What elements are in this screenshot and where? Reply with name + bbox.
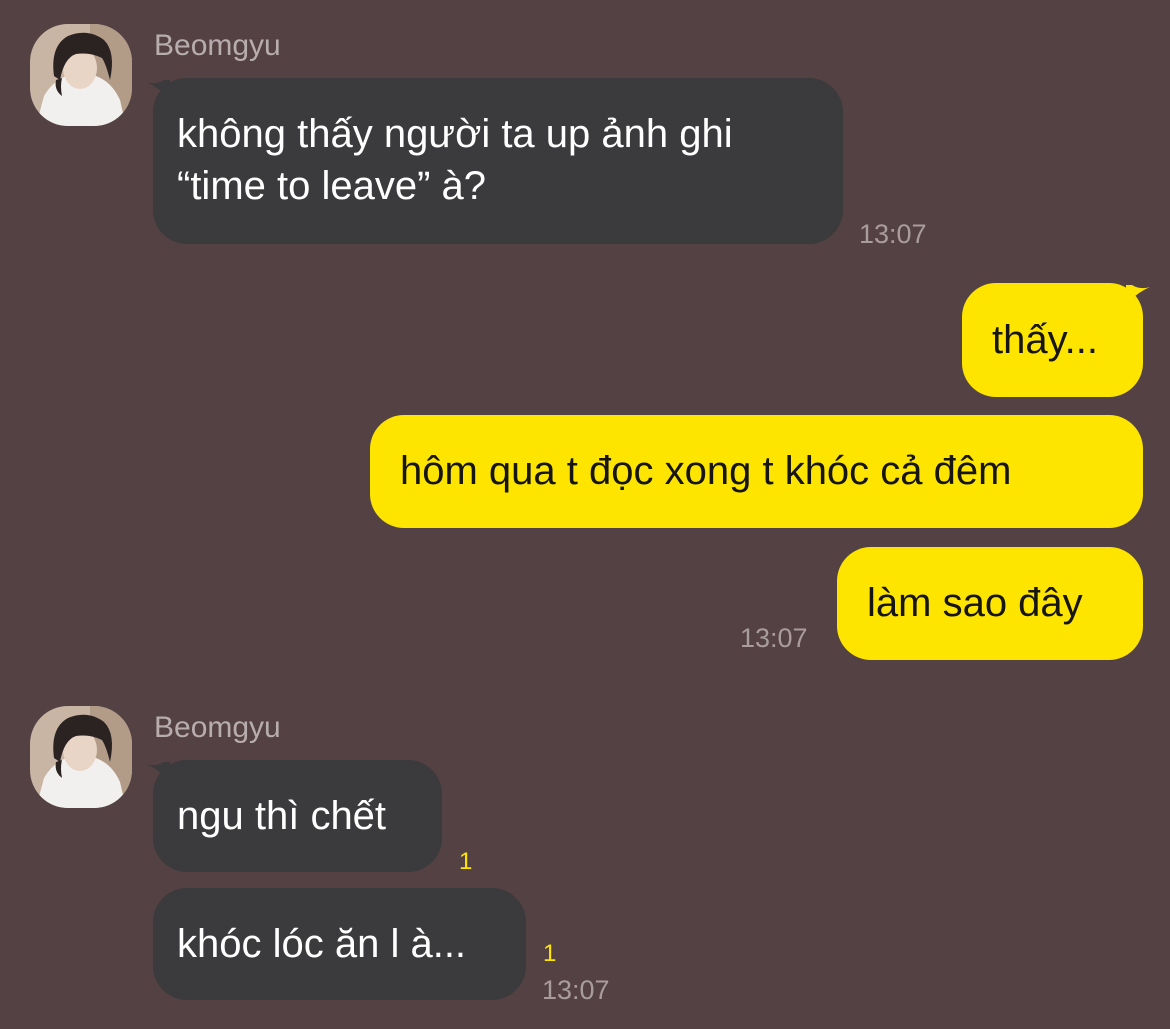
unread-count: 1 <box>543 940 557 967</box>
message-bubble[interactable]: hôm qua t đọc xong t khóc cả đêm <box>370 415 1143 528</box>
sender-name: Beomgyu <box>154 29 281 62</box>
avatar-photo <box>30 706 132 808</box>
message-bubble[interactable]: ngu thì chết <box>153 760 442 872</box>
message-bubble[interactable]: khóc lóc ăn l à... <box>153 888 526 1000</box>
unread-count: 1 <box>459 848 473 875</box>
message-text: không thấy người ta up ảnh ghi <box>177 112 733 156</box>
message-text: hôm qua t đọc xong t khóc cả đêm <box>400 449 1012 493</box>
message-time: 13:07 <box>859 219 927 249</box>
message-bubble[interactable]: làm sao đây <box>837 547 1143 660</box>
message-text: ngu thì chết <box>177 794 387 838</box>
message-text: khóc lóc ăn l à... <box>177 922 467 966</box>
message-time: 13:07 <box>740 623 808 653</box>
message-text: “time to leave” à? <box>177 164 487 208</box>
sender-avatar[interactable] <box>30 706 132 808</box>
message-text: thấy... <box>992 318 1098 362</box>
sender-name: Beomgyu <box>154 711 281 744</box>
sender-avatar[interactable] <box>30 24 132 126</box>
message-bubble[interactable]: thấy... <box>962 283 1143 397</box>
message-time: 13:07 <box>542 975 610 1005</box>
message-bubble[interactable]: không thấy người ta up ảnh ghi “time to … <box>153 78 843 244</box>
message-text: làm sao đây <box>867 581 1083 625</box>
avatar-photo <box>30 24 132 126</box>
